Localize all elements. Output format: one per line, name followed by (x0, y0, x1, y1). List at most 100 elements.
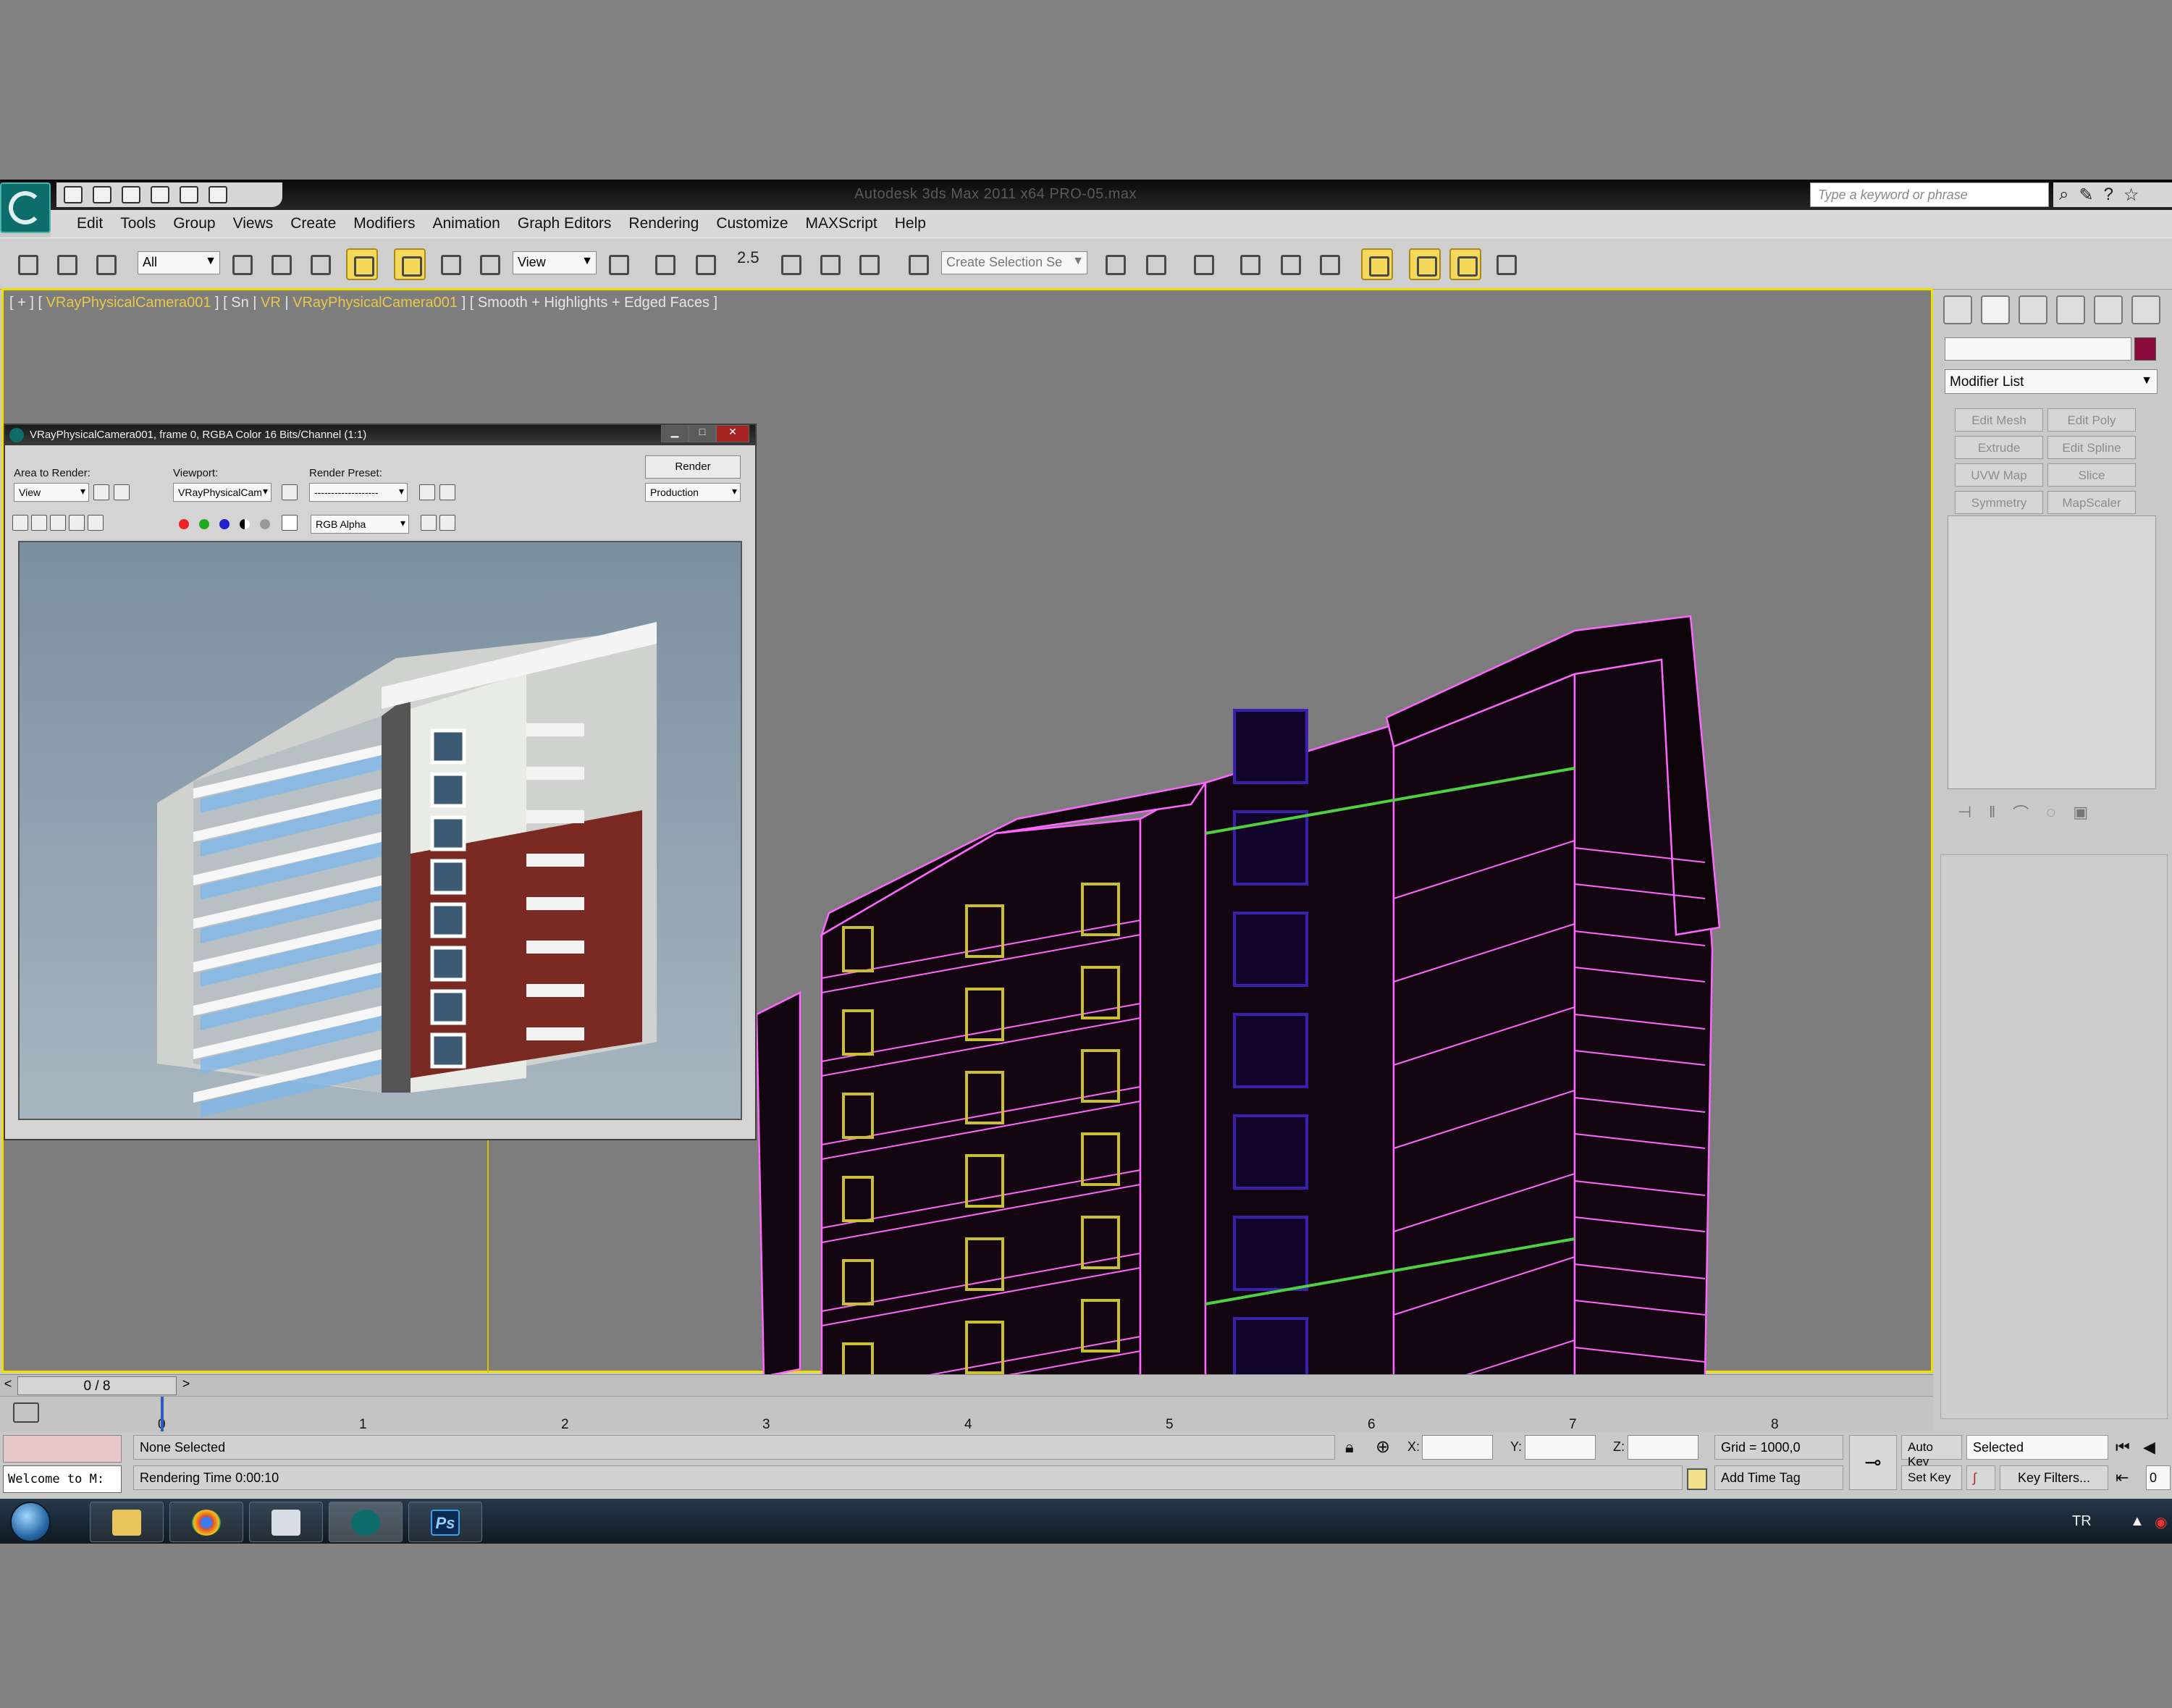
angle-snap-icon[interactable] (775, 248, 807, 280)
display-tab-icon[interactable] (2094, 295, 2123, 324)
edit-spline-button[interactable]: Edit Spline (2047, 436, 2136, 459)
hierarchy-tab-icon[interactable] (2019, 295, 2047, 324)
taskbar-chrome[interactable] (169, 1502, 243, 1542)
toggle-ui-icon[interactable] (439, 515, 455, 531)
percent-snap-icon[interactable] (814, 248, 846, 280)
pivot-center-icon[interactable] (602, 248, 634, 280)
menu-rendering[interactable]: Rendering (620, 215, 707, 232)
reference-coordinate-dropdown[interactable]: View ▼ (513, 251, 597, 274)
search-input[interactable]: Type a keyword or phrase (1810, 182, 2049, 207)
edit-named-selection-icon[interactable] (902, 248, 934, 280)
print-image-icon[interactable] (69, 515, 85, 531)
save-icon[interactable] (122, 186, 140, 203)
create-tab-icon[interactable] (1943, 295, 1972, 324)
start-button[interactable] (10, 1502, 51, 1542)
viewport-dropdown[interactable]: VRayPhysicalCam (173, 483, 272, 502)
mapscaler-button[interactable]: MapScaler (2047, 491, 2136, 514)
current-frame-marker[interactable] (161, 1397, 164, 1431)
monochrome-icon[interactable] (260, 519, 270, 529)
tray-arrow-icon[interactable]: ▲ (2130, 1513, 2144, 1530)
motion-tab-icon[interactable] (2056, 295, 2085, 324)
show-end-result-icon[interactable]: ‖ (1989, 803, 1995, 822)
x-coordinate-field[interactable] (1422, 1435, 1493, 1460)
perspective-viewport[interactable]: [ + ] [ VRayPhysicalCamera001 ] [ Sn | V… (1, 288, 1933, 1391)
set-key-button[interactable]: Set Key (1901, 1465, 1962, 1490)
render-setup-small-icon[interactable] (419, 484, 435, 500)
open-file-icon[interactable] (93, 186, 111, 203)
alpha-channel-icon[interactable] (240, 519, 250, 529)
configure-sets-icon[interactable]: ▣ (2073, 803, 2088, 822)
utilities-tab-icon[interactable] (2131, 295, 2160, 324)
rfw-title-bar[interactable]: VRayPhysicalCamera001, frame 0, RGBA Col… (5, 425, 755, 445)
window-crossing-icon[interactable] (346, 248, 378, 280)
object-name-field[interactable] (1945, 337, 2131, 361)
key-mode-icon[interactable]: ⇤ (2116, 1468, 2129, 1487)
menu-views[interactable]: Views (224, 215, 282, 232)
select-and-scale-icon[interactable] (473, 248, 505, 280)
viewport-label-plus[interactable]: [ + ] [ (9, 295, 46, 311)
viewport-label[interactable]: [ + ] [ VRayPhysicalCamera001 ] [ Sn | V… (9, 295, 717, 311)
save-image-icon[interactable] (12, 515, 28, 531)
select-by-name-icon[interactable] (265, 248, 297, 280)
application-button[interactable] (0, 182, 51, 233)
object-color-swatch[interactable] (2134, 337, 2156, 361)
clear-icon[interactable] (88, 515, 104, 531)
extrude-button[interactable]: Extrude (1955, 436, 2043, 459)
project-folder-icon[interactable] (209, 186, 227, 203)
symmetry-button[interactable]: Symmetry (1955, 491, 2043, 514)
menu-modifiers[interactable]: Modifiers (345, 215, 424, 232)
redo-icon[interactable] (180, 186, 198, 203)
pin-stack-icon[interactable]: ⊣ (1958, 803, 1971, 822)
uvw-map-button[interactable]: UVW Map (1955, 463, 2043, 487)
maximize-button[interactable]: □ (689, 425, 716, 442)
align-icon[interactable] (1140, 248, 1171, 280)
y-coordinate-field[interactable] (1525, 1435, 1596, 1460)
absolute-mode-icon[interactable]: ⊕ (1376, 1436, 1390, 1457)
undo-icon[interactable] (151, 186, 169, 203)
close-button[interactable]: ✕ (716, 425, 749, 442)
time-tag-icon[interactable] (1687, 1468, 1707, 1490)
mini-curve-editor-icon[interactable] (13, 1402, 39, 1423)
viewport-label-vr[interactable]: VR (261, 295, 281, 311)
menu-graph-editors[interactable]: Graph Editors (509, 215, 620, 232)
named-selection-sets-input[interactable]: Create Selection Se ▼ (941, 251, 1087, 274)
render-preset-dropdown[interactable]: ------------------- (309, 483, 408, 502)
taskbar-calculator[interactable] (249, 1502, 323, 1542)
select-and-move-icon[interactable] (394, 248, 426, 280)
bind-space-warp-icon[interactable] (90, 248, 122, 280)
menu-tools[interactable]: Tools (111, 215, 164, 232)
viewport-label-camera[interactable]: VRayPhysicalCamera001 (46, 295, 211, 311)
language-indicator[interactable]: TR (2072, 1513, 2092, 1530)
selection-filter-dropdown[interactable]: All ▼ (138, 251, 220, 274)
menu-help[interactable]: Help (886, 215, 935, 232)
render-production-icon[interactable] (1490, 248, 1522, 280)
rectangular-selection-icon[interactable] (304, 248, 336, 280)
graphite-ribbon-icon[interactable] (1234, 248, 1266, 280)
auto-region-icon[interactable] (114, 484, 130, 500)
copy-image-icon[interactable] (31, 515, 47, 531)
spinner-snap-icon[interactable] (853, 248, 885, 280)
red-channel-icon[interactable] (179, 519, 189, 529)
binoculars-icon[interactable]: ⌕ (2059, 185, 2068, 205)
z-coordinate-field[interactable] (1628, 1435, 1699, 1460)
favorites-icon[interactable]: ☆ (2123, 185, 2139, 206)
lock-icon[interactable] (282, 484, 298, 500)
lock-selection-icon[interactable]: 🔒︎ (1345, 1438, 1354, 1457)
snaps-toggle[interactable]: 2.5 (737, 248, 759, 267)
help-icon[interactable]: ? (2104, 185, 2113, 205)
tools-icon[interactable]: ✎ (2079, 185, 2093, 206)
menu-group[interactable]: Group (164, 215, 224, 232)
edit-region-icon[interactable] (93, 484, 109, 500)
building-model-wireframe[interactable] (757, 544, 1727, 1391)
menu-edit[interactable]: Edit (68, 215, 111, 232)
mirror-icon[interactable] (1099, 248, 1131, 280)
set-key-icon[interactable]: ⊸ (1849, 1435, 1897, 1490)
maxscript-mini-listener-input[interactable]: Welcome to M: (3, 1465, 122, 1493)
curve-editor-icon[interactable] (1274, 248, 1306, 280)
keyboard-shortcut-override-icon[interactable] (689, 248, 721, 280)
modifier-stack[interactable] (1948, 516, 2156, 789)
taskbar-explorer[interactable] (90, 1502, 164, 1542)
select-and-rotate-icon[interactable] (434, 248, 466, 280)
material-editor-icon[interactable] (1361, 248, 1393, 280)
menu-customize[interactable]: Customize (707, 215, 796, 232)
